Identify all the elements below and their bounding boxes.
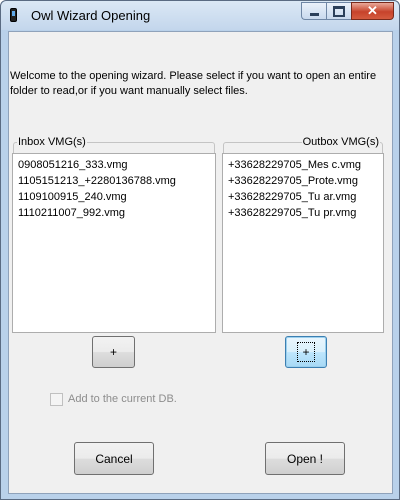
list-item[interactable]: 1110211007_992.vmg (13, 205, 215, 221)
list-item[interactable]: 1105151213_+2280136788.vmg (13, 173, 215, 189)
add-to-db-checkbox[interactable] (50, 392, 63, 406)
outbox-group: +33628229705_Mes c.vmg +33628229705_Prot… (222, 135, 384, 333)
intro-text: Welcome to the opening wizard. Please se… (10, 70, 377, 97)
list-item[interactable]: +33628229705_Tu pr.vmg (223, 205, 383, 221)
wizard-window: Owl Wizard Opening ✕ Welcome to the open… (0, 0, 400, 500)
client-area: Welcome to the opening wizard. Please se… (8, 31, 393, 494)
inbox-listbox[interactable]: 0908051216_333.vmg 1105151213_+228013678… (12, 153, 216, 333)
open-label: Open ! (286, 451, 324, 466)
cancel-button[interactable]: Cancel (74, 442, 154, 475)
outbox-listbox[interactable]: +33628229705_Mes c.vmg +33628229705_Prot… (222, 153, 384, 333)
add-to-db-option[interactable]: Add to the current DB. (50, 391, 177, 407)
window-title: Owl Wizard Opening (31, 8, 151, 23)
inbox-group: 0908051216_333.vmg 1105151213_+228013678… (12, 135, 216, 333)
list-item[interactable]: +33628229705_Tu ar.vmg (223, 189, 383, 205)
minimize-icon (309, 12, 319, 16)
maximize-icon (333, 5, 345, 17)
outbox-group-label: Outbox VMG(s) (301, 135, 380, 149)
minimize-button[interactable] (301, 2, 326, 20)
cancel-label: Cancel (95, 451, 133, 466)
add-inbox-label: + (109, 345, 117, 359)
inbox-group-label: Inbox VMG(s) (17, 135, 87, 149)
list-item[interactable]: 1109100915_240.vmg (13, 189, 215, 205)
add-outbox-label: + (297, 342, 315, 362)
add-inbox-button[interactable]: + (92, 336, 135, 368)
caption-buttons: ✕ (301, 2, 394, 20)
close-button[interactable]: ✕ (351, 2, 394, 20)
title-bar[interactable]: Owl Wizard Opening ✕ (1, 1, 399, 30)
maximize-button[interactable] (326, 2, 351, 20)
open-button[interactable]: Open ! (265, 442, 345, 475)
add-outbox-button[interactable]: + (285, 336, 327, 368)
app-phone-icon[interactable] (10, 8, 17, 22)
add-to-db-label: Add to the current DB. (68, 393, 177, 405)
close-icon: ✕ (367, 3, 378, 18)
list-item[interactable]: +33628229705_Prote.vmg (223, 173, 383, 189)
list-item[interactable]: +33628229705_Mes c.vmg (223, 157, 383, 173)
list-item[interactable]: 0908051216_333.vmg (13, 157, 215, 173)
